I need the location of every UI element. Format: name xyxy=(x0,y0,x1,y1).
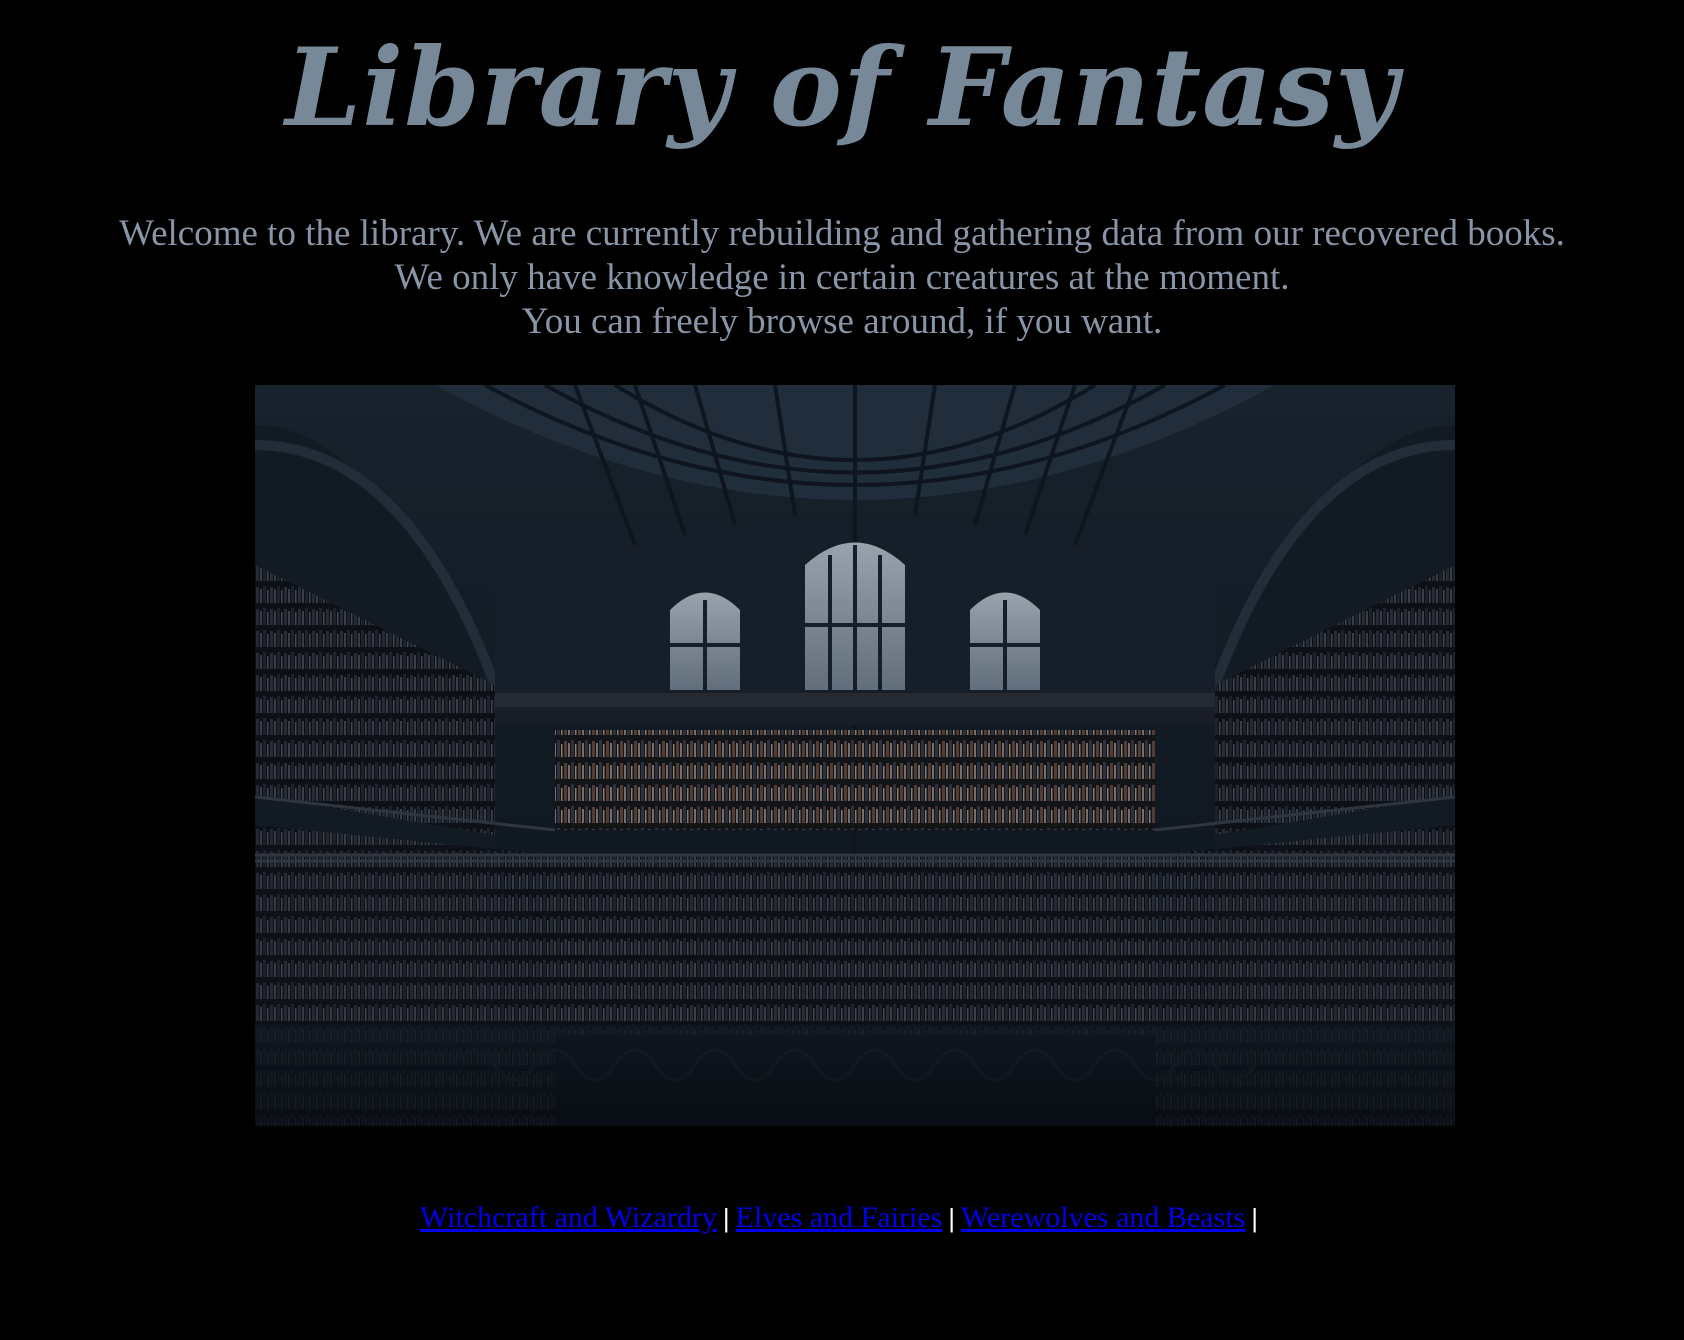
intro-line-2: We only have knowledge in certain creatu… xyxy=(394,257,1290,298)
nav-link-witchcraft[interactable]: Witchcraft and Wizardry xyxy=(420,1201,717,1234)
library-hall-image xyxy=(255,385,1455,1126)
intro-line-1: Welcome to the library. We are currently… xyxy=(119,213,1565,254)
intro-line-3: You can freely browse around, if you wan… xyxy=(521,301,1163,342)
nav-separator: | xyxy=(1251,1203,1258,1233)
page-title: Library of Fantasy xyxy=(285,25,1399,151)
nav-link-elves[interactable]: Elves and Fairies xyxy=(736,1201,943,1234)
nav-separator: | xyxy=(948,1203,956,1233)
creature-nav: Witchcraft and Wizardry | Elves and Fairie… xyxy=(0,1196,1684,1240)
intro-text: Welcome to the library. We are currently… xyxy=(0,212,1684,344)
nav-separator: | xyxy=(722,1203,730,1233)
page: Library of Fantasy Welcome to the librar… xyxy=(0,0,1684,1340)
nav-link-werewolves[interactable]: Werewolves and Beasts xyxy=(961,1201,1245,1234)
